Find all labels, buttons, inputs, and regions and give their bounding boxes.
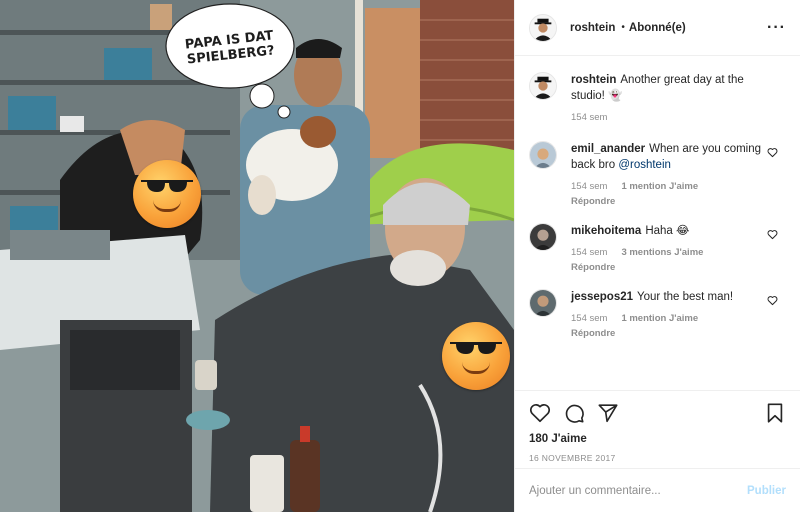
publish-button[interactable]: Publier xyxy=(747,485,786,497)
comment-icon[interactable] xyxy=(563,402,585,424)
comment-username[interactable]: emil_anander xyxy=(571,143,645,155)
caption-text-line: roshtein Another great day at the studio!… xyxy=(571,72,767,104)
sunglasses-face-emoji-icon xyxy=(442,322,510,390)
follow-status-button[interactable]: Abonné(e) xyxy=(629,22,686,34)
comment-age[interactable]: 154 sem xyxy=(571,247,607,258)
caption-meta: 154 sem xyxy=(571,112,767,123)
header-username[interactable]: roshtein xyxy=(570,22,615,34)
speech-bubble-text: PAPA IS DAT SPIELBERG? xyxy=(184,28,276,68)
comment-text: Haha xyxy=(645,225,673,237)
comments-list[interactable]: roshtein Another great day at the studio!… xyxy=(515,56,800,390)
separator-dot: • xyxy=(621,22,625,33)
comment-text-line: emil_anander When are you coming back bro… xyxy=(571,141,767,173)
heart-icon[interactable] xyxy=(529,402,551,424)
comment-text-line: jessepos21 Your the best man! xyxy=(571,289,767,305)
comment-meta: 154 sem 3 mentions J'aime xyxy=(571,247,767,258)
comment-mention-link[interactable]: @roshtein xyxy=(618,159,671,171)
comment-like-heart-icon[interactable] xyxy=(767,295,778,306)
comment-body: jessepos21 Your the best man! 154 sem 1 m… xyxy=(571,289,767,339)
avatar[interactable] xyxy=(529,141,557,169)
comment-body: mikehoitema Haha 😂 154 sem 3 mentions J'a… xyxy=(571,223,767,273)
likes-count[interactable]: 180 J'aime xyxy=(529,433,786,445)
post-photo[interactable]: PAPA IS DAT SPIELBERG? xyxy=(0,0,514,512)
instagram-post: PAPA IS DAT SPIELBERG? roshtein • Abonné… xyxy=(0,0,800,512)
bookmark-icon[interactable] xyxy=(764,402,786,424)
ghost-emoji-icon: 👻 xyxy=(608,90,623,102)
avatar[interactable] xyxy=(529,13,557,42)
comment-meta: 154 sem 1 mention J'aime xyxy=(571,313,767,324)
caption-body: roshtein Another great day at the studio!… xyxy=(571,72,767,123)
caption-age[interactable]: 154 sem xyxy=(571,112,607,123)
share-icon[interactable] xyxy=(597,402,619,424)
post-header: roshtein • Abonné(e) ··· xyxy=(515,0,800,56)
more-options-icon[interactable]: ··· xyxy=(767,19,786,37)
comment-likes[interactable]: 3 mentions J'aime xyxy=(621,247,703,258)
post-side-panel: roshtein • Abonné(e) ··· roshtein Another… xyxy=(514,0,800,512)
reply-button[interactable]: Répondre xyxy=(571,328,767,339)
sunglasses-face-emoji-icon xyxy=(133,160,201,228)
comment-item: emil_anander When are you coming back bro… xyxy=(529,141,786,207)
add-comment-input[interactable] xyxy=(529,484,748,497)
comment-item: mikehoitema Haha 😂 154 sem 3 mentions J'a… xyxy=(529,223,786,273)
comment-meta: 154 sem 1 mention J'aime xyxy=(571,181,767,192)
comment-username[interactable]: mikehoitema xyxy=(571,225,641,237)
comment-likes[interactable]: 1 mention J'aime xyxy=(621,313,698,324)
post-date[interactable]: 16 NOVEMBRE 2017 xyxy=(529,453,786,463)
laughing-emoji-icon: 😂 xyxy=(676,225,690,237)
add-comment-bar: Publier xyxy=(515,468,800,512)
reply-button[interactable]: Répondre xyxy=(571,196,767,207)
caption-username[interactable]: roshtein xyxy=(571,74,616,86)
comment-username[interactable]: jessepos21 xyxy=(571,291,633,303)
comment-like-heart-icon[interactable] xyxy=(767,147,778,158)
comment-age[interactable]: 154 sem xyxy=(571,313,607,324)
comment-text: Your the best man! xyxy=(637,291,734,303)
comment-text-line: mikehoitema Haha 😂 xyxy=(571,223,767,239)
reply-button[interactable]: Répondre xyxy=(571,262,767,273)
comment-body: emil_anander When are you coming back bro… xyxy=(571,141,767,207)
comment-likes[interactable]: 1 mention J'aime xyxy=(621,181,698,192)
action-icons-row xyxy=(529,401,786,425)
avatar[interactable] xyxy=(529,72,557,100)
avatar[interactable] xyxy=(529,223,557,251)
avatar[interactable] xyxy=(529,289,557,317)
caption: roshtein Another great day at the studio!… xyxy=(529,72,786,123)
comment-like-heart-icon[interactable] xyxy=(767,229,778,240)
comment-age[interactable]: 154 sem xyxy=(571,181,607,192)
comment-item: jessepos21 Your the best man! 154 sem 1 m… xyxy=(529,289,786,339)
